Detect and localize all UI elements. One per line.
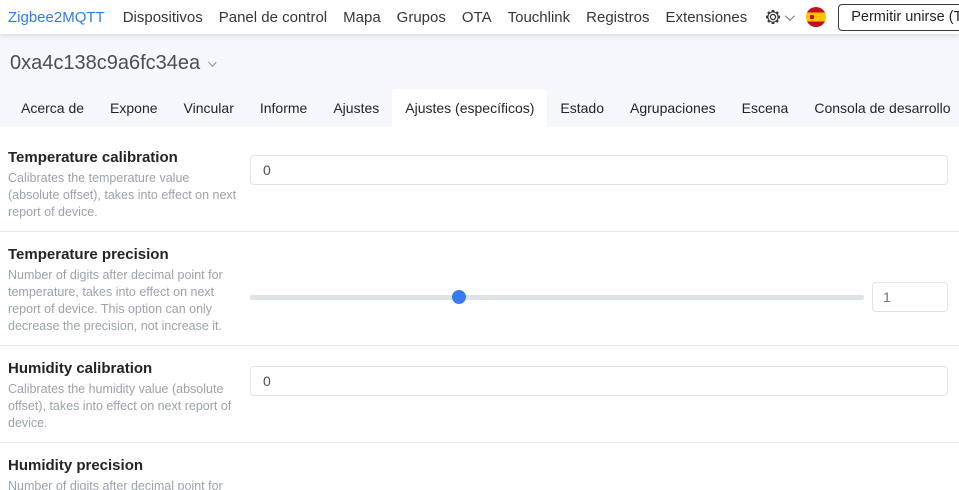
setting-control xyxy=(250,148,948,221)
setting-title: Humidity calibration xyxy=(8,359,250,378)
setting-row-humidity-calibration: Humidity calibration Calibrates the humi… xyxy=(0,346,959,443)
setting-row-temperature-precision: Temperature precision Number of digits a… xyxy=(0,232,959,346)
tab-reporting[interactable]: Informe xyxy=(247,89,320,127)
device-tabs: Acerca de Expone Vincular Informe Ajuste… xyxy=(0,89,959,127)
tab-settings[interactable]: Ajustes xyxy=(320,89,392,127)
brand-link[interactable]: Zigbee2MQTT xyxy=(8,9,105,26)
setting-description: Calibrates the temperature value (absolu… xyxy=(8,170,244,221)
setting-control xyxy=(250,245,948,335)
nav-item-devices[interactable]: Dispositivos xyxy=(115,9,211,26)
temperature-calibration-input[interactable] xyxy=(250,155,948,185)
nav-item-ota[interactable]: OTA xyxy=(454,9,500,26)
setting-description: Calibrates the humidity value (absolute … xyxy=(8,381,244,432)
nav-item-groups[interactable]: Grupos xyxy=(389,9,454,26)
tab-settings-specific[interactable]: Ajustes (específicos) xyxy=(392,89,547,127)
permit-join-group: Permitir unirse (Todos) xyxy=(838,4,959,31)
device-header: 0xa4c138c9a6fc34ea Acerca de Expone Vinc… xyxy=(0,34,959,127)
setting-title: Temperature calibration xyxy=(8,148,250,167)
temperature-precision-slider[interactable] xyxy=(250,289,864,305)
spain-flag-icon[interactable] xyxy=(806,7,826,27)
setting-title: Temperature precision xyxy=(8,245,250,264)
chevron-down-icon[interactable] xyxy=(208,58,216,66)
setting-row-temperature-calibration: Temperature calibration Calibrates the t… xyxy=(0,135,959,232)
zigbee2mqtt-app: Zigbee2MQTT Dispositivos Panel de contro… xyxy=(0,0,959,490)
tab-clusters[interactable]: Agrupaciones xyxy=(617,89,729,127)
device-title-row: 0xa4c138c9a6fc34ea xyxy=(0,52,959,75)
slider-handle[interactable] xyxy=(452,290,466,304)
page-title: 0xa4c138c9a6fc34ea xyxy=(10,52,200,75)
tab-state[interactable]: Estado xyxy=(547,89,617,127)
permit-join-button[interactable]: Permitir unirse (Todos) xyxy=(838,4,959,31)
nav-item-dashboard[interactable]: Panel de control xyxy=(211,9,335,26)
gear-icon xyxy=(765,9,781,25)
setting-info: Temperature calibration Calibrates the t… xyxy=(8,148,250,221)
setting-info: Humidity precision Number of digits afte… xyxy=(8,456,250,490)
nav-item-extensions[interactable]: Extensiones xyxy=(658,9,756,26)
slider-track xyxy=(250,295,864,300)
chevron-down-icon xyxy=(785,11,795,21)
temperature-precision-input[interactable] xyxy=(872,282,948,312)
setting-description: Number of digits after decimal point for… xyxy=(8,478,244,490)
setting-control xyxy=(250,359,948,432)
top-navbar: Zigbee2MQTT Dispositivos Panel de contro… xyxy=(0,0,959,34)
tab-scene[interactable]: Escena xyxy=(729,89,802,127)
device-settings-panel: Temperature calibration Calibrates the t… xyxy=(0,127,959,490)
setting-info: Humidity calibration Calibrates the humi… xyxy=(8,359,250,432)
humidity-calibration-input[interactable] xyxy=(250,366,948,396)
setting-description: Number of digits after decimal point for… xyxy=(8,267,244,335)
tab-dev-console[interactable]: Consola de desarrollo xyxy=(801,89,959,127)
tab-exposes[interactable]: Expone xyxy=(97,89,170,127)
setting-info: Temperature precision Number of digits a… xyxy=(8,245,250,335)
setting-control xyxy=(250,456,948,490)
tab-bind[interactable]: Vincular xyxy=(171,89,247,127)
setting-title: Humidity precision xyxy=(8,456,250,475)
settings-dropdown[interactable] xyxy=(755,9,798,25)
nav-item-map[interactable]: Mapa xyxy=(335,9,389,26)
nav-item-logs[interactable]: Registros xyxy=(578,9,657,26)
nav-item-touchlink[interactable]: Touchlink xyxy=(500,9,579,26)
tab-about[interactable]: Acerca de xyxy=(8,89,97,127)
setting-row-humidity-precision: Humidity precision Number of digits afte… xyxy=(0,443,959,490)
